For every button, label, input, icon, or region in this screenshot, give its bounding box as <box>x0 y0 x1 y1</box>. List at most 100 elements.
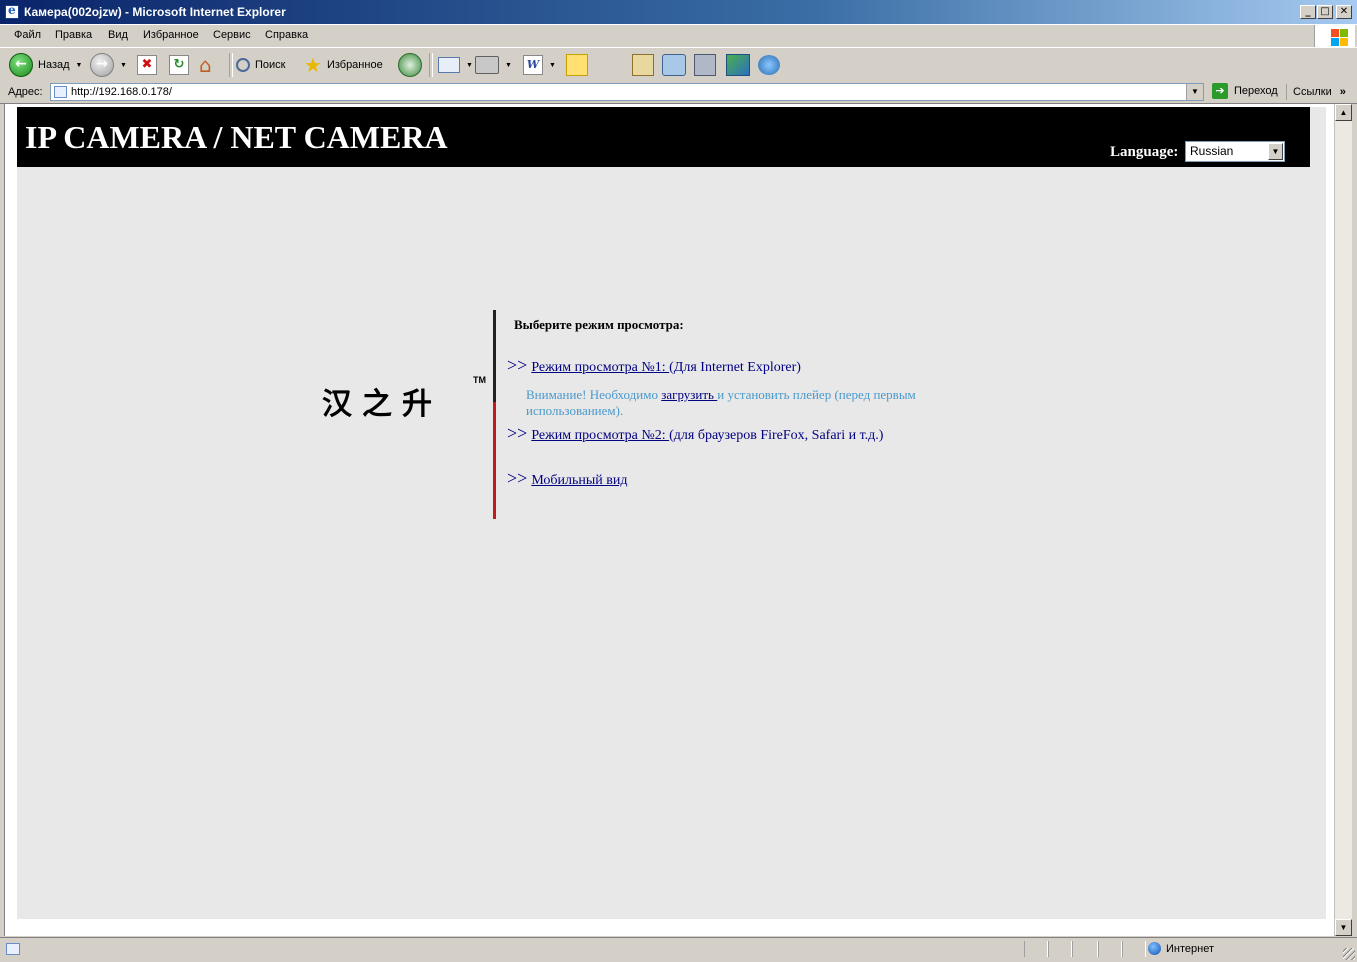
home-button[interactable]: ⌂ <box>199 52 212 78</box>
back-arrow-icon: ← <box>9 53 33 77</box>
mail-icon <box>438 57 460 73</box>
standard-toolbar: ← Назад ▼ → ▼ ✖ ↻ ⌂ Поиск ★ Избранное ▼ … <box>0 47 1357 83</box>
status-panel <box>1048 941 1072 957</box>
view-mode-1-note: (Для Internet Explorer) <box>669 360 801 375</box>
search-label: Поиск <box>255 59 286 71</box>
brand-logo: 汉之升 <box>322 387 442 422</box>
status-panel <box>1024 941 1048 957</box>
zone-label: Интернет <box>1166 942 1214 955</box>
go-button[interactable]: ➔ Переход <box>1212 83 1278 99</box>
maximize-button[interactable]: □ <box>1317 5 1333 19</box>
notice-prefix: Внимание! Необходимо <box>526 387 662 402</box>
home-icon: ⌂ <box>199 53 212 77</box>
history-button[interactable] <box>398 52 422 78</box>
favorites-button[interactable]: ★ Избранное <box>304 52 383 78</box>
toolbar-extra-2[interactable] <box>662 52 686 78</box>
download-link[interactable]: загрузить <box>661 387 717 402</box>
close-button[interactable]: ✕ <box>1336 5 1352 19</box>
view-mode-1-link[interactable]: Режим просмотра №1: <box>531 360 669 375</box>
edit-dropdown-icon[interactable]: ▼ <box>549 62 556 69</box>
toolbar-extra-1[interactable] <box>632 52 654 78</box>
toolbar-extra-4[interactable] <box>726 52 750 78</box>
language-label: Language: <box>1110 144 1179 160</box>
page-header: IP CAMERA / NET CAMERA Language: Russian… <box>17 107 1310 167</box>
links-button[interactable]: Ссылки » <box>1286 84 1346 100</box>
go-arrow-icon: ➔ <box>1212 83 1228 99</box>
edit-button[interactable]: W ▼ <box>523 52 556 78</box>
page-viewport: IP CAMERA / NET CAMERA Language: Russian… <box>4 104 1335 936</box>
menu-help[interactable]: Справка <box>265 29 308 41</box>
page-status-icon <box>6 943 20 955</box>
address-input[interactable]: http://192.168.0.178/ ▼ <box>50 83 1204 101</box>
back-button[interactable]: ← Назад ▼ <box>9 52 82 78</box>
star-icon: ★ <box>304 53 322 77</box>
status-panel <box>1122 941 1146 957</box>
go-label: Переход <box>1234 85 1278 97</box>
toolbar-extra-5[interactable] <box>758 52 780 78</box>
ie-icon <box>5 3 19 19</box>
address-url[interactable]: http://192.168.0.178/ <box>71 86 172 98</box>
toolbar-separator <box>229 53 233 77</box>
window-title: Камера(002ojzw) - Microsoft Internet Exp… <box>24 5 286 19</box>
status-bar: Интернет <box>0 937 1357 962</box>
favorites-label: Избранное <box>326 59 383 71</box>
page-body: IP CAMERA / NET CAMERA Language: Russian… <box>17 107 1326 919</box>
word-icon: W <box>523 55 543 75</box>
mail-button[interactable]: ▼ <box>438 52 473 78</box>
toolbar-extra-3[interactable] <box>694 52 716 78</box>
links-chevron-icon[interactable]: » <box>1340 86 1346 98</box>
minimize-button[interactable]: _ <box>1300 5 1316 19</box>
menu-view[interactable]: Вид <box>108 29 128 41</box>
refresh-button[interactable]: ↻ <box>169 52 189 78</box>
back-label: Назад <box>38 59 70 71</box>
search-icon <box>236 58 250 72</box>
search-button[interactable]: Поиск <box>236 52 285 78</box>
menu-bar: Файл Правка Вид Избранное Сервис Справка <box>0 25 1357 48</box>
mail-dropdown-icon[interactable]: ▼ <box>466 62 473 69</box>
view-mode-2-note: (для браузеров FireFox, Safari и т.д.) <box>669 428 884 443</box>
toolbar-separator <box>429 53 433 77</box>
mobile-view-link[interactable]: Мобильный вид <box>531 473 627 488</box>
windows-logo-icon <box>1314 25 1355 47</box>
menu-tools[interactable]: Сервис <box>213 29 251 41</box>
printer-icon <box>475 56 499 74</box>
print-dropdown-icon[interactable]: ▼ <box>505 62 512 69</box>
language-select[interactable]: Russian ▼ <box>1185 141 1285 162</box>
forward-dropdown-icon[interactable]: ▼ <box>120 62 127 69</box>
vertical-scrollbar[interactable]: ▲ ▼ <box>1334 104 1352 936</box>
stop-icon: ✖ <box>137 55 157 75</box>
tools-icon <box>694 54 716 76</box>
mobile-view: >> Мобильный вид <box>507 468 628 489</box>
note-icon <box>566 54 588 76</box>
forward-button[interactable]: → ▼ <box>90 52 127 78</box>
security-zone: Интернет <box>1148 942 1214 955</box>
print-button[interactable]: ▼ <box>475 52 512 78</box>
status-panel <box>1072 941 1098 957</box>
messenger-icon <box>758 55 780 75</box>
address-dropdown-icon[interactable]: ▼ <box>1186 84 1203 100</box>
player-notice: Внимание! Необходимо загрузить и установ… <box>526 387 946 419</box>
menu-file[interactable]: Файл <box>14 29 41 41</box>
trademark-mark: TM <box>473 375 486 385</box>
view-mode-2-link[interactable]: Режим просмотра №2: <box>531 428 669 443</box>
download-icon <box>662 54 686 76</box>
address-label: Адрес: <box>8 86 43 98</box>
scroll-up-icon[interactable]: ▲ <box>1335 104 1352 121</box>
arrow-marker: >> <box>507 423 528 443</box>
stop-button[interactable]: ✖ <box>137 52 157 78</box>
sync-icon <box>726 54 750 76</box>
scroll-down-icon[interactable]: ▼ <box>1335 919 1352 936</box>
discuss-button[interactable] <box>566 52 588 78</box>
title-bar: Камера(002ojzw) - Microsoft Internet Exp… <box>0 0 1357 25</box>
status-panel <box>1098 941 1122 957</box>
choose-mode-heading: Выберите режим просмотра: <box>514 317 684 332</box>
back-dropdown-icon[interactable]: ▼ <box>76 62 83 69</box>
menu-edit[interactable]: Правка <box>55 29 92 41</box>
divider-top <box>493 310 496 402</box>
arrow-marker: >> <box>507 468 528 488</box>
language-dropdown-icon[interactable]: ▼ <box>1268 143 1283 160</box>
research-icon <box>632 54 654 76</box>
page-title: IP CAMERA / NET CAMERA <box>25 119 448 155</box>
resize-grip-icon[interactable] <box>1343 948 1355 960</box>
menu-favorites[interactable]: Избранное <box>143 29 199 41</box>
